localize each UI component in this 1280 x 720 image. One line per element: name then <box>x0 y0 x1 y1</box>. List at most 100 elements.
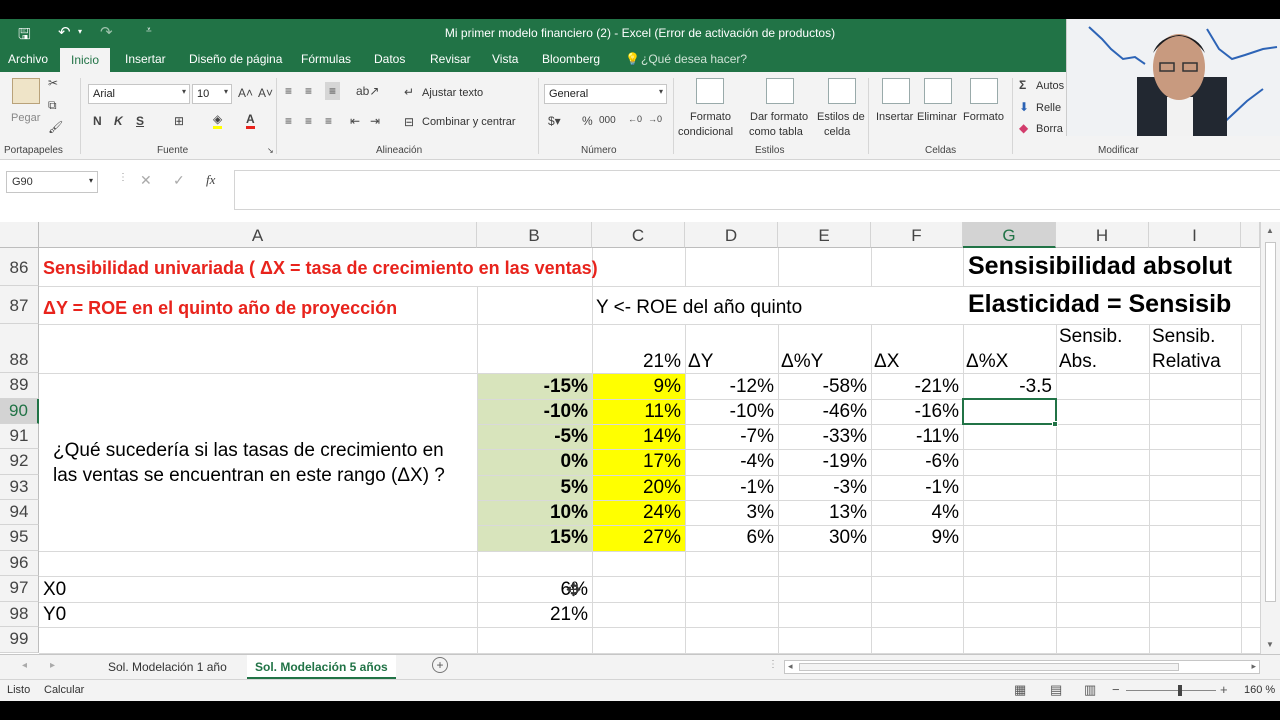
font-name-combo[interactable]: Arial ▾ <box>88 84 190 104</box>
cancel-icon[interactable]: ✕ <box>140 172 152 189</box>
table-cell-c[interactable]: 11% <box>592 401 681 423</box>
italic-button[interactable]: K <box>114 114 123 128</box>
percent-button[interactable]: % <box>582 114 593 128</box>
align-center-icon[interactable]: ≡ <box>305 114 312 128</box>
column-header-h[interactable]: H <box>1056 222 1149 248</box>
table-cell-b[interactable]: -10% <box>477 401 588 423</box>
fill-button[interactable]: Relle <box>1036 102 1061 114</box>
zoom-out-icon[interactable]: − <box>1112 682 1120 697</box>
table-cell-b[interactable]: 10% <box>477 502 588 524</box>
table-cell-g[interactable]: -3.5 <box>963 376 1052 398</box>
horizontal-scrollbar[interactable]: ◂ ▸ <box>784 660 1260 674</box>
paste-button[interactable]: Pegar <box>11 112 40 124</box>
cell-i88-line1[interactable]: Sensib. <box>1152 326 1215 348</box>
table-cell-f[interactable]: -11% <box>871 426 959 448</box>
cell-h88-line1[interactable]: Sensib. <box>1059 326 1122 348</box>
tab-revisar[interactable]: Revisar <box>430 52 471 66</box>
grow-font-icon[interactable]: A˄ <box>238 86 253 100</box>
column-header-b[interactable]: B <box>477 222 592 248</box>
cell-g87[interactable]: Elasticidad = Sensisib <box>968 293 1260 315</box>
tab-splitter-icon[interactable]: ⋮ <box>768 659 778 670</box>
column-header-i[interactable]: I <box>1149 222 1241 248</box>
cell-d88[interactable]: ΔY <box>688 351 713 373</box>
table-cell-b[interactable]: 0% <box>477 451 588 473</box>
undo-dropdown-icon[interactable]: ▾ <box>78 27 82 36</box>
clear-button[interactable]: Borra <box>1036 123 1063 135</box>
cell-a98[interactable]: Y0 <box>43 604 66 626</box>
increase-indent-icon[interactable]: ⇥ <box>370 114 380 128</box>
zoom-in-icon[interactable]: + <box>1220 682 1228 697</box>
cell-g86[interactable]: Sensisibilidad absolut <box>968 255 1260 277</box>
add-sheet-icon[interactable]: + <box>432 657 448 673</box>
row-header-86[interactable]: 86 <box>0 248 39 286</box>
row-header-87[interactable]: 87 <box>0 286 39 324</box>
row-header-96[interactable]: 96 <box>0 551 39 576</box>
table-cell-c[interactable]: 14% <box>592 426 681 448</box>
conditional-format-icon[interactable] <box>696 78 724 104</box>
fill-color-icon[interactable]: ◈ <box>213 112 223 129</box>
next-sheet-icon[interactable]: ▸ <box>50 660 55 671</box>
autosum-button[interactable]: Autos <box>1036 80 1064 92</box>
row-header-97[interactable]: 97 <box>0 576 39 602</box>
zoom-level[interactable]: 160 % <box>1244 684 1275 696</box>
conditional-format-label-1[interactable]: Formato <box>690 111 731 123</box>
prev-sheet-icon[interactable]: ◂ <box>22 660 27 671</box>
column-header-f[interactable]: F <box>871 222 963 248</box>
save-icon[interactable]: 🖫 <box>18 24 31 49</box>
table-cell-c[interactable]: 9% <box>592 376 681 398</box>
currency-icon[interactable]: $▾ <box>548 114 561 128</box>
page-break-icon[interactable]: ▥ <box>1084 682 1096 698</box>
underline-button[interactable]: S <box>136 114 144 128</box>
table-cell-c[interactable]: 17% <box>592 451 681 473</box>
row-header-94[interactable]: 94 <box>0 500 39 525</box>
active-cell-g90[interactable] <box>962 398 1057 425</box>
sheet-tab-2[interactable]: Sol. Modelación 5 años <box>247 655 396 679</box>
decrease-decimal-icon[interactable]: →0 <box>648 114 662 124</box>
table-cell-f[interactable]: -21% <box>871 376 959 398</box>
table-cell-f[interactable]: 9% <box>871 527 959 549</box>
row-header-95[interactable]: 95 <box>0 525 39 551</box>
decrease-indent-icon[interactable]: ⇤ <box>350 114 360 128</box>
cell-i88-line2[interactable]: Relativa <box>1152 351 1221 373</box>
scroll-thumb[interactable] <box>1265 242 1276 602</box>
cell-g88[interactable]: Δ%X <box>966 351 1008 373</box>
dialog-launcher-icon[interactable]: ↘ <box>267 146 274 155</box>
format-cells-button[interactable]: Formato <box>963 111 1004 123</box>
table-cell-d[interactable]: -10% <box>685 401 774 423</box>
cell-b98[interactable]: 21% <box>477 604 588 626</box>
scroll-up-icon[interactable]: ▲ <box>1266 226 1274 235</box>
tab-datos[interactable]: Datos <box>374 52 405 66</box>
redo-icon[interactable]: ↷ <box>100 23 113 41</box>
table-cell-b[interactable]: -15% <box>477 376 588 398</box>
fill-handle[interactable] <box>1052 421 1058 427</box>
cell-h88-line2[interactable]: Abs. <box>1059 351 1097 373</box>
zoom-slider-thumb[interactable] <box>1178 685 1182 696</box>
insert-cells-icon[interactable] <box>882 78 910 104</box>
column-header-e[interactable]: E <box>778 222 871 248</box>
tab-bloomberg[interactable]: Bloomberg <box>542 52 600 66</box>
scroll-down-icon[interactable]: ▼ <box>1266 640 1274 649</box>
table-cell-f[interactable]: -1% <box>871 477 959 499</box>
table-cell-d[interactable]: 3% <box>685 502 774 524</box>
delete-cells-icon[interactable] <box>924 78 952 104</box>
table-cell-c[interactable]: 27% <box>592 527 681 549</box>
row-header-92[interactable]: 92 <box>0 449 39 475</box>
table-cell-b[interactable]: 5% <box>477 477 588 499</box>
scroll-right-icon[interactable]: ▸ <box>1251 661 1256 672</box>
question-line-2[interactable]: las ventas se encuentran en este rango (… <box>53 465 445 487</box>
tab-vista[interactable]: Vista <box>492 52 518 66</box>
tab-diseno[interactable]: Diseño de página <box>189 52 282 66</box>
shrink-font-icon[interactable]: A˅ <box>258 86 273 100</box>
cell-styles-label-1[interactable]: Estilos de <box>817 111 865 123</box>
table-cell-e[interactable]: -3% <box>778 477 867 499</box>
table-cell-f[interactable]: -16% <box>871 401 959 423</box>
paste-icon[interactable] <box>12 78 40 104</box>
cell-c87[interactable]: Y <- ROE del año quinto <box>596 297 802 319</box>
horizontal-scroll-thumb[interactable] <box>799 663 1179 671</box>
font-size-combo[interactable]: 10 ▾ <box>192 84 232 104</box>
delete-cells-button[interactable]: Eliminar <box>917 111 957 123</box>
align-right-icon[interactable]: ≡ <box>325 114 332 128</box>
column-header-d[interactable]: D <box>685 222 778 248</box>
column-header-c[interactable]: C <box>592 222 685 248</box>
increase-decimal-icon[interactable]: ←0 <box>628 114 642 124</box>
